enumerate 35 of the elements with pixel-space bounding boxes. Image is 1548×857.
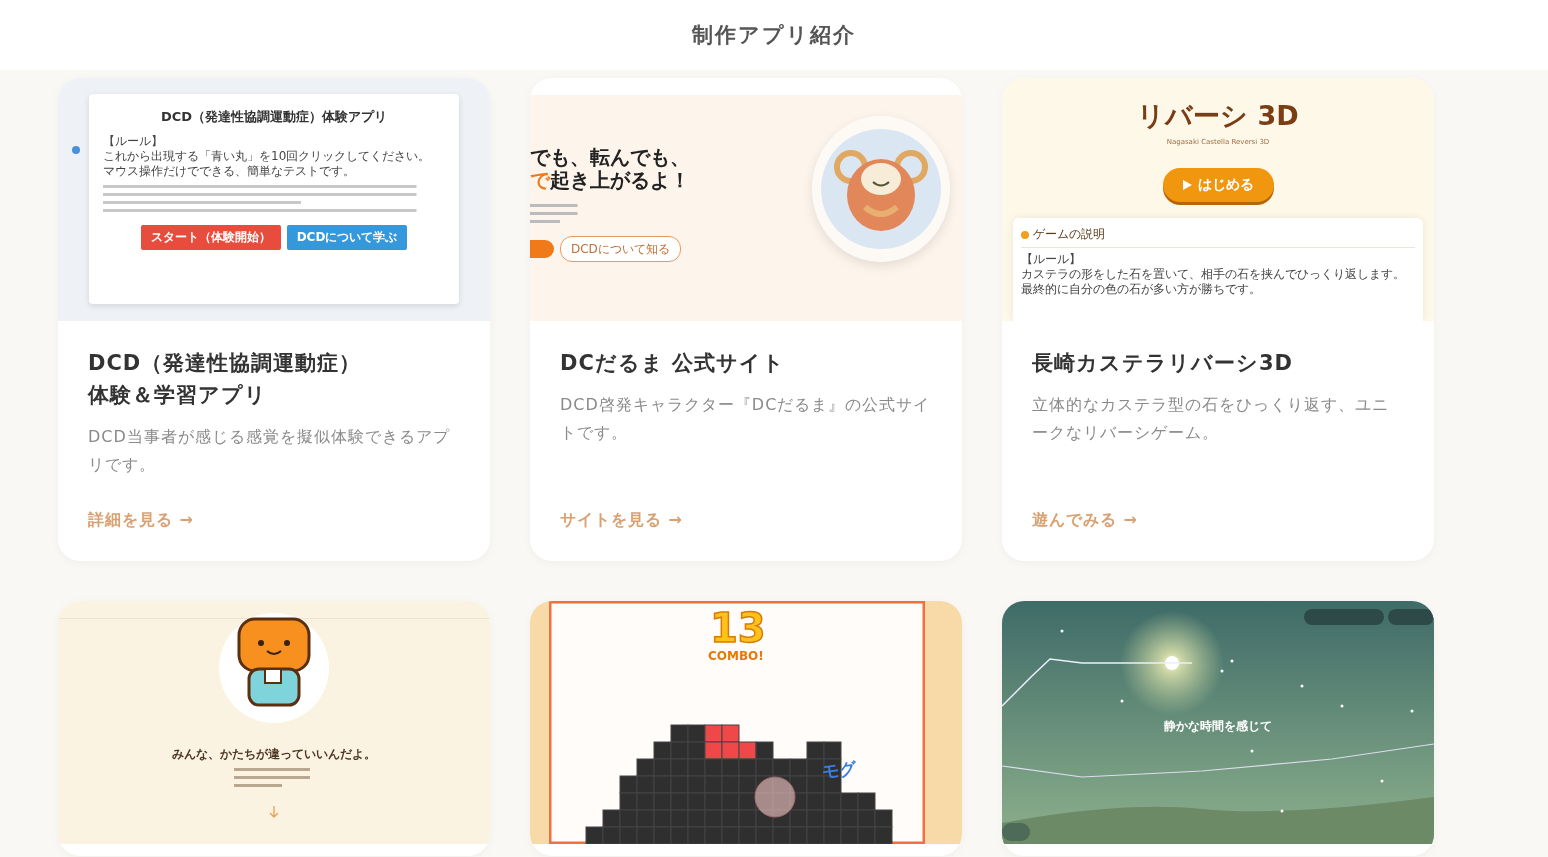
panel-title: ゲームの説明 bbox=[1033, 226, 1105, 243]
blurred-text-drawing bbox=[530, 202, 580, 226]
hero-headline: 静かな時間を感じて bbox=[1163, 718, 1273, 735]
start-button[interactable]: はじめる bbox=[1162, 168, 1274, 202]
combo-label: COMBO! bbox=[708, 649, 764, 663]
dot-icon bbox=[72, 146, 80, 154]
play-icon bbox=[1182, 180, 1192, 190]
card-title: DCD（発達性協調運動症）体験＆学習アプリ bbox=[88, 350, 363, 409]
rule-text: カステラの形をした石を置いて、相手の石を挟んでひっくり返します。 bbox=[1021, 267, 1406, 282]
hero-headline: でも、転んでも、 で起き上がるよ！ bbox=[530, 146, 690, 192]
dialog-button[interactable]: DCDについて学ぶ bbox=[286, 225, 408, 250]
dialog-button[interactable]: スタート（体験開始） bbox=[140, 225, 281, 250]
card-description: DCD当事者が感じる感覚を擬似体験できるアプリです。 bbox=[88, 426, 451, 476]
outline-button[interactable]: DCDについて知る bbox=[560, 236, 681, 262]
card-link[interactable]: サイトを見る → bbox=[560, 510, 683, 531]
arrow-button[interactable] bbox=[530, 240, 554, 258]
hero-headline: みんな、かたちが違っていいんだよ。 bbox=[172, 747, 376, 762]
combo-count: 13 bbox=[710, 605, 766, 651]
page-title: 制作アプリ紹介 bbox=[692, 22, 856, 49]
card-title: 長崎カステラリバーシ3D bbox=[1032, 350, 1295, 377]
card-title: DCだるま 公式サイト bbox=[560, 350, 787, 377]
dialog-title: DCD（発達性協調運動症）体験アプリ bbox=[159, 108, 389, 126]
card-link[interactable]: 遊んでみる → bbox=[1032, 510, 1138, 531]
rule-label: 【ルール】 bbox=[1021, 252, 1082, 267]
rule-text: マウス操作だけでできる、簡単なテストです。 bbox=[103, 164, 356, 179]
rule-text: 最終的に自分の色の石が多い方が勝ちです。 bbox=[1021, 282, 1262, 297]
game-title: リバーシ 3D bbox=[1137, 99, 1299, 133]
rule-label: 【ルール】 bbox=[103, 134, 164, 149]
rule-text: これから出現する「青い丸」を10回クリックしてください。 bbox=[103, 149, 432, 164]
sound-effect-text: モグ bbox=[820, 756, 858, 785]
down-arrow-icon bbox=[269, 806, 279, 818]
card-description: 立体的なカステラ型の石をひっくり返す、ユニークなリバーシゲーム。 bbox=[1032, 394, 1390, 444]
card-link[interactable]: 詳細を見る → bbox=[88, 510, 194, 531]
info-icon bbox=[1021, 230, 1029, 239]
card-description: DCD啓発キャラクター『DCだるま』の公式サイトです。 bbox=[560, 394, 932, 444]
